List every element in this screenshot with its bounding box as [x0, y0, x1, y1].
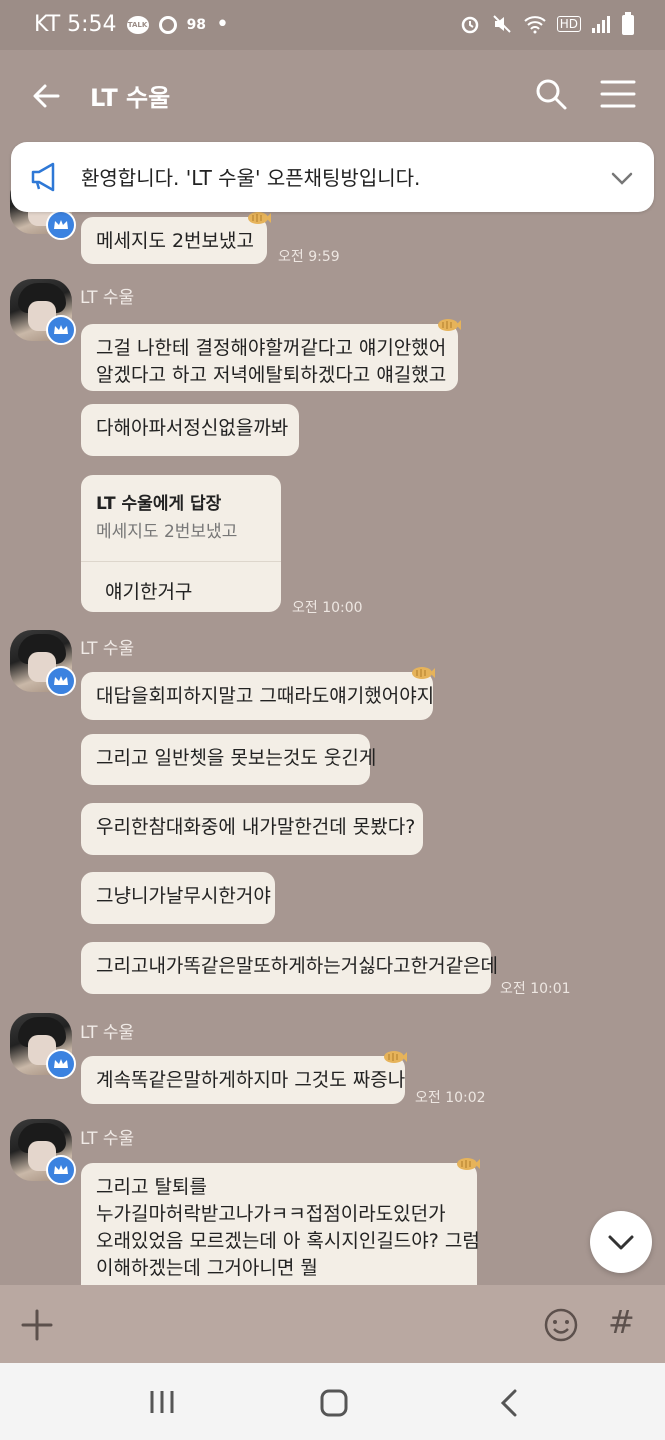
fish-bread-reaction-icon [412, 667, 435, 679]
fish-bread-reaction-icon [457, 1158, 480, 1170]
message-bubble[interactable]: 그리고 일반쳇을 못보는것도 웃긴게 [81, 734, 376, 785]
chevron-down-icon [608, 1235, 634, 1250]
crown-badge-icon [46, 1049, 76, 1079]
message-bubble[interactable]: 대답을회피하지말고 그때라도얘기했어야지 [81, 672, 434, 720]
signal-icon [592, 16, 610, 33]
reply-quote[interactable]: 메세지도 2번보냈고 [96, 517, 237, 542]
reply-message-card[interactable]: LT 수울에게 답장 메세지도 2번보냈고 얘기한거구 [81, 475, 281, 612]
chat-messages[interactable]: 메세지도 2번보냈고 오전 9:59 LT 수울 그걸 나한테 결정해야할꺼같다… [0, 142, 665, 1285]
home-icon[interactable] [320, 1389, 348, 1417]
mute-icon [493, 15, 511, 33]
scroll-to-bottom-button[interactable] [590, 1211, 652, 1273]
message-bubble[interactable]: 그냥니가날무시한거야 [81, 872, 275, 924]
crown-badge-icon [46, 1155, 76, 1185]
system-navigation-bar [0, 1363, 665, 1440]
message-bubble[interactable]: 계속똑같은말하게하지마 그것도 짜증나 [81, 1056, 405, 1104]
fish-bread-reaction-icon [384, 1051, 407, 1063]
wifi-icon [524, 16, 546, 34]
chat-title: LT 수울 [90, 84, 171, 112]
message-bubble[interactable]: 그리고 탈퇴를 누가길마허락받고나가ㅋㅋ접점이라도있던가 오래있었음 모르겠는데… [81, 1163, 480, 1285]
message-bubble[interactable]: 다해아파서정신없을까봐 [81, 404, 299, 456]
back-arrow-icon[interactable] [28, 78, 64, 114]
app-header: LT 수울 [0, 50, 665, 142]
status-dot: • [216, 12, 230, 37]
timestamp: 오전 10:02 [415, 1090, 486, 1106]
menu-icon[interactable] [599, 76, 637, 112]
sender-name[interactable]: LT 수울 [80, 1018, 134, 1043]
chevron-down-icon[interactable] [610, 166, 634, 190]
alarm-icon [461, 16, 478, 34]
reply-body: 얘기한거구 [105, 581, 193, 603]
battery-icon [622, 12, 634, 35]
sender-name[interactable]: LT 수울 [80, 1124, 134, 1149]
hash-button[interactable]: # [608, 1303, 635, 1341]
crown-badge-icon [46, 666, 76, 696]
message-bubble[interactable]: 그걸 나한테 결정해야할꺼같다고 얘기안했어 알겠다고 하고 저녁에탈퇴하겠다고… [81, 324, 458, 391]
search-icon[interactable] [533, 76, 569, 112]
nav-back-icon[interactable] [497, 1389, 521, 1417]
hd-badge: HD [556, 16, 581, 32]
crown-badge-icon [46, 315, 76, 345]
fish-bread-reaction-icon [248, 212, 271, 224]
message-bubble[interactable]: 그리고내가똑같은말또하게하는거싫다고한거같은데 [81, 942, 498, 994]
message-input-bar: # [0, 1285, 665, 1363]
carrier-time: KT 5:54 [34, 12, 117, 37]
megaphone-icon [31, 162, 55, 192]
reply-divider [81, 561, 281, 562]
sender-name[interactable]: LT 수울 [80, 634, 134, 659]
fish-bread-reaction-icon [438, 319, 461, 331]
notice-banner[interactable]: 환영합니다. 'LT 수울' 오픈채팅방입니다. [11, 142, 654, 212]
plus-icon[interactable] [20, 1308, 54, 1342]
reply-title: LT 수울에게 답장 [96, 494, 222, 514]
message-bubble[interactable]: 메세지도 2번보냈고 [81, 217, 267, 264]
recent-apps-icon[interactable] [148, 1389, 176, 1415]
timestamp: 오전 9:59 [278, 249, 340, 265]
signal-badge: 98 [186, 16, 207, 33]
data-icon [158, 15, 177, 34]
timestamp: 오전 10:00 [292, 600, 363, 616]
timestamp: 오전 10:01 [500, 981, 571, 997]
crown-badge-icon [46, 210, 76, 240]
emoji-icon[interactable] [543, 1307, 579, 1343]
message-bubble[interactable]: 우리한참대화중에 내가말한건데 못봤다? [81, 803, 423, 855]
notice-text: 환영합니다. 'LT 수울' 오픈채팅방입니다. [81, 166, 421, 190]
kakaotalk-icon: TALK [126, 15, 149, 34]
status-bar: KT 5:54 TALK 98 • HD [0, 0, 665, 50]
sender-name[interactable]: LT 수울 [80, 283, 134, 308]
